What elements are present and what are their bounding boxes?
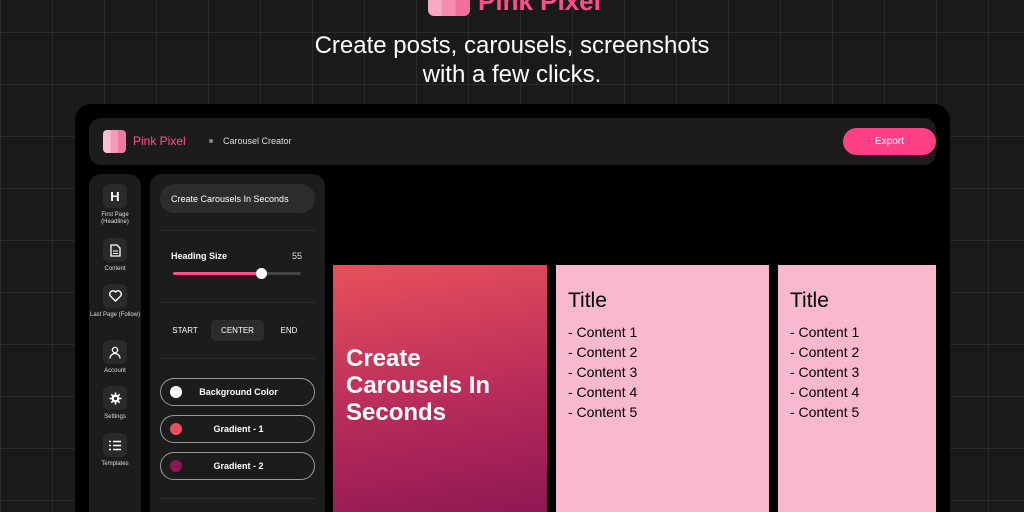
slide-content[interactable]: Title - Content 1 - Content 2 - Content … xyxy=(556,265,769,512)
list-item: - Content 1 xyxy=(568,324,638,340)
divider xyxy=(160,498,315,499)
sidebar-item-label: Settings xyxy=(104,414,126,420)
divider xyxy=(160,358,315,359)
brand-name: Pink Pixel xyxy=(478,0,601,16)
sidebar-item-account[interactable]: Account xyxy=(89,340,141,375)
slide-first-page[interactable]: Create Carousels In Seconds → xyxy=(333,265,547,512)
list-item: - Content 4 xyxy=(568,384,638,400)
divider xyxy=(160,302,315,303)
slider-fill xyxy=(173,272,262,275)
document-icon xyxy=(103,238,127,262)
tagline-line-1: Create posts, carousels, screenshots xyxy=(314,32,710,59)
align-end-button[interactable]: END xyxy=(271,320,307,341)
slide-content[interactable]: Title - Content 1 - Content 2 - Content … xyxy=(778,265,936,512)
settings-panel: Heading Size 55 START CENTER END Backgro… xyxy=(150,174,325,512)
export-button[interactable]: Export xyxy=(843,128,936,155)
heart-icon xyxy=(103,284,127,308)
gradient-2-picker[interactable]: Gradient - 2 xyxy=(160,452,315,480)
list-item: - Content 5 xyxy=(790,404,860,420)
heading-size-label: Heading Size xyxy=(171,251,228,261)
list-item: - Content 1 xyxy=(790,324,860,340)
align-center-button[interactable]: CENTER xyxy=(211,320,264,341)
list-item: - Content 3 xyxy=(568,364,638,380)
sidebar-item-settings[interactable]: Settings xyxy=(89,386,141,421)
app-name: Pink Pixel xyxy=(133,134,186,148)
sidebar-item-label: Account xyxy=(104,368,126,374)
sidebar-item-label: First Page (Headline) xyxy=(101,212,129,225)
background-color-picker[interactable]: Background Color xyxy=(160,378,315,406)
sidebar-item-label: Content xyxy=(104,266,126,272)
color-label: Background Color xyxy=(199,387,278,397)
color-label: Gradient - 1 xyxy=(213,424,264,434)
sidebar-item-content[interactable]: Content xyxy=(89,238,141,273)
sidebar-nav: H First Page (Headline) Content Last Pag… xyxy=(89,174,141,512)
heading-size-slider[interactable] xyxy=(173,268,301,279)
slide-title: Title xyxy=(568,289,607,312)
divider xyxy=(160,230,315,231)
slide-headline: Create Carousels In Seconds xyxy=(346,345,491,426)
slide-content-list: - Content 1 - Content 2 - Content 3 - Co… xyxy=(790,322,859,422)
gradient-1-picker[interactable]: Gradient - 1 xyxy=(160,415,315,443)
page-title: Carousel Creator xyxy=(223,136,292,146)
app-topbar: Pink Pixel Carousel Creator Export xyxy=(89,118,936,165)
list-icon xyxy=(103,433,127,457)
user-icon xyxy=(103,340,127,364)
headline-input[interactable] xyxy=(160,184,315,213)
slide-content-list: - Content 1 - Content 2 - Content 3 - Co… xyxy=(568,322,637,422)
sidebar-item-first-page[interactable]: H First Page (Headline) xyxy=(89,184,141,226)
heading-size-value: 55 xyxy=(292,251,303,261)
pink-pixel-logo xyxy=(428,0,470,16)
app-window: Pink Pixel Carousel Creator Export H Fir… xyxy=(75,104,950,512)
list-item: - Content 2 xyxy=(790,344,860,360)
align-start-button[interactable]: START xyxy=(165,320,205,341)
list-item: - Content 5 xyxy=(568,404,638,420)
app-logo xyxy=(103,130,126,153)
sidebar-item-label: Templates xyxy=(101,461,129,467)
list-item: - Content 4 xyxy=(790,384,860,400)
list-item: - Content 2 xyxy=(568,344,638,360)
color-label: Gradient - 2 xyxy=(213,461,264,471)
top-brand: Pink Pixel xyxy=(428,0,601,16)
heading-icon: H xyxy=(103,184,127,208)
list-item: - Content 3 xyxy=(790,364,860,380)
slide-title: Title xyxy=(790,289,829,312)
tagline-line-2: with a few clicks. xyxy=(422,61,602,88)
separator-dot xyxy=(209,139,213,143)
gear-icon xyxy=(103,386,127,410)
sidebar-item-last-page[interactable]: Last Page (Follow) xyxy=(89,284,141,319)
slider-thumb[interactable] xyxy=(256,268,268,279)
hero-tagline: Create posts, carousels, screenshots wit… xyxy=(0,31,1024,89)
sidebar-item-templates[interactable]: Templates xyxy=(89,433,141,468)
sidebar-item-label: Last Page (Follow) xyxy=(89,312,141,318)
